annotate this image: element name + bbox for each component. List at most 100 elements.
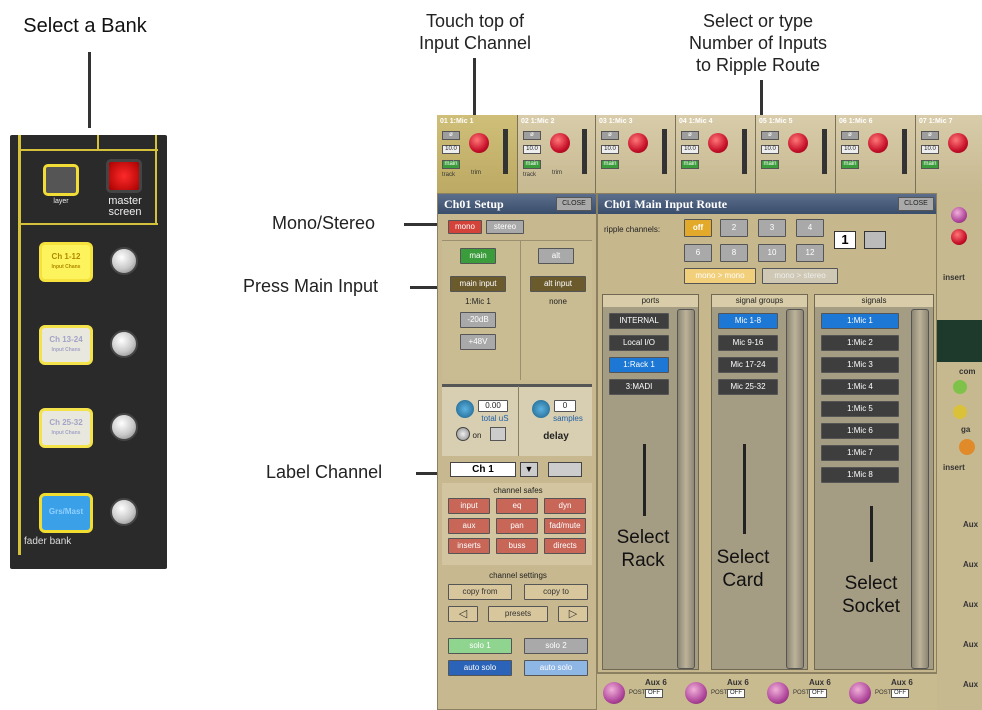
main-button[interactable]: main bbox=[523, 160, 541, 169]
safe-directs-button[interactable]: directs bbox=[544, 538, 586, 554]
phase-button[interactable]: ø bbox=[442, 131, 460, 140]
gain-knob[interactable] bbox=[708, 133, 728, 153]
bank-encoder-knob[interactable] bbox=[110, 247, 138, 275]
main-button[interactable]: main bbox=[681, 160, 699, 169]
aux-send-module[interactable]: Aux 6 POST OFF bbox=[765, 676, 843, 710]
signal-mic2-button[interactable]: 1:Mic 2 bbox=[821, 335, 899, 351]
delay-total-value[interactable]: 0.00 bbox=[478, 400, 508, 412]
ripple-6-button[interactable]: 6 bbox=[684, 244, 712, 262]
gain-value[interactable]: 10.0 bbox=[841, 145, 859, 154]
alt-input-button[interactable]: alt input bbox=[530, 276, 586, 292]
gain-knob[interactable] bbox=[469, 133, 489, 153]
pink-knob[interactable] bbox=[951, 207, 967, 223]
phase-button[interactable]: ø bbox=[921, 131, 939, 140]
gain-knob[interactable] bbox=[868, 133, 888, 153]
keypad-icon[interactable] bbox=[864, 231, 886, 249]
channel-strip[interactable]: 03 1:Mic 3 ø 10.0 main bbox=[596, 115, 676, 195]
red-knob[interactable] bbox=[951, 229, 967, 245]
safe-input-button[interactable]: input bbox=[448, 498, 490, 514]
channel-strip[interactable]: 07 1:Mic 7 ø 10.0 main bbox=[916, 115, 982, 195]
aux-level-knob[interactable] bbox=[849, 682, 871, 704]
ripple-count-field[interactable]: 1 bbox=[834, 231, 856, 249]
mono-button[interactable]: mono bbox=[448, 220, 482, 234]
safe-inserts-button[interactable]: inserts bbox=[448, 538, 490, 554]
ripple-2-button[interactable]: 2 bbox=[720, 219, 748, 237]
ripple-4-button[interactable]: 4 bbox=[796, 219, 824, 237]
port-madi-button[interactable]: 3:MADI bbox=[609, 379, 669, 395]
aux-off-button[interactable]: OFF bbox=[809, 689, 827, 698]
main-button[interactable]: main bbox=[921, 160, 939, 169]
main-input-button[interactable]: main input bbox=[450, 276, 506, 292]
gain-knob[interactable] bbox=[550, 133, 570, 153]
phantom-power-button[interactable]: +48V bbox=[460, 334, 496, 350]
safe-pan-button[interactable]: pan bbox=[496, 518, 538, 534]
ripple-8-button[interactable]: 8 bbox=[720, 244, 748, 262]
gain-value[interactable]: 10.0 bbox=[601, 145, 619, 154]
signal-mic6-button[interactable]: 1:Mic 6 bbox=[821, 423, 899, 439]
signal-mic7-button[interactable]: 1:Mic 7 bbox=[821, 445, 899, 461]
channel-strip[interactable]: 06 1:Mic 6 ø 10.0 main bbox=[836, 115, 916, 195]
mono-to-mono-button[interactable]: mono > mono bbox=[684, 268, 756, 284]
channel-strip[interactable]: 02 1:Mic 2 ø 10.0 main track trim bbox=[518, 115, 596, 195]
bank-button-ch13-24[interactable]: Ch 13-24 Input Chans bbox=[39, 325, 93, 365]
bank-encoder-knob[interactable] bbox=[110, 413, 138, 441]
setup-close-button[interactable]: CLOSE bbox=[556, 197, 592, 211]
strip-name[interactable]: 07 1:Mic 7 bbox=[919, 118, 952, 125]
main-button[interactable]: main bbox=[841, 160, 859, 169]
samples-knob[interactable] bbox=[532, 400, 550, 418]
strip-name[interactable]: 06 1:Mic 6 bbox=[839, 118, 872, 125]
layer-button[interactable] bbox=[43, 164, 79, 196]
aux-level-knob[interactable] bbox=[767, 682, 789, 704]
group-mic-17-24-button[interactable]: Mic 17-24 bbox=[718, 357, 778, 373]
main-select-button[interactable]: main bbox=[460, 248, 496, 264]
alt-select-button[interactable]: alt bbox=[538, 248, 574, 264]
signal-mic8-button[interactable]: 1:Mic 8 bbox=[821, 467, 899, 483]
keyboard-icon[interactable] bbox=[548, 462, 582, 477]
aux-level-knob[interactable] bbox=[603, 682, 625, 704]
phase-button[interactable]: ø bbox=[681, 131, 699, 140]
port-internal-button[interactable]: INTERNAL bbox=[609, 313, 669, 329]
gain-value[interactable]: 10.0 bbox=[523, 145, 541, 154]
gain-knob[interactable] bbox=[628, 133, 648, 153]
gain-value[interactable]: 10.0 bbox=[681, 145, 699, 154]
aux-off-button[interactable]: OFF bbox=[891, 689, 909, 698]
delay-knob[interactable] bbox=[456, 400, 474, 418]
pad-button[interactable]: -20dB bbox=[460, 312, 496, 328]
aux-off-button[interactable]: OFF bbox=[645, 689, 663, 698]
safe-buss-button[interactable]: buss bbox=[496, 538, 538, 554]
keypad-icon[interactable] bbox=[490, 427, 506, 441]
solo1-button[interactable]: solo 1 bbox=[448, 638, 512, 654]
solo2-button[interactable]: solo 2 bbox=[524, 638, 588, 654]
stereo-button[interactable]: stereo bbox=[486, 220, 524, 234]
aux-level-knob[interactable] bbox=[685, 682, 707, 704]
signals-scrollbar[interactable] bbox=[911, 309, 929, 669]
preset-prev-arrow-icon[interactable]: ◁ bbox=[448, 606, 478, 622]
phase-button[interactable]: ø bbox=[761, 131, 779, 140]
gain-value[interactable]: 10.0 bbox=[442, 145, 460, 154]
samples-value[interactable]: 0 bbox=[554, 400, 576, 412]
copy-from-button[interactable]: copy from bbox=[448, 584, 512, 600]
channel-strip[interactable]: 04 1:Mic 4 ø 10.0 main bbox=[676, 115, 756, 195]
strip-name[interactable]: 04 1:Mic 4 bbox=[679, 118, 712, 125]
delay-on-indicator[interactable] bbox=[456, 427, 470, 441]
group-mic-25-32-button[interactable]: Mic 25-32 bbox=[718, 379, 778, 395]
port-rack1-button[interactable]: 1:Rack 1 bbox=[609, 357, 669, 373]
signal-groups-scrollbar[interactable] bbox=[786, 309, 804, 669]
preset-next-arrow-icon[interactable]: ▷ bbox=[558, 606, 588, 622]
gain-knob[interactable] bbox=[788, 133, 808, 153]
ripple-3-button[interactable]: 3 bbox=[758, 219, 786, 237]
signal-mic5-button[interactable]: 1:Mic 5 bbox=[821, 401, 899, 417]
aux-send-module[interactable]: Aux 6 POST OFF bbox=[847, 676, 925, 710]
signal-mic1-button[interactable]: 1:Mic 1 bbox=[821, 313, 899, 329]
phase-button[interactable]: ø bbox=[601, 131, 619, 140]
bank-button-grs-mast[interactable]: Grs/Mast bbox=[39, 493, 93, 533]
ripple-10-button[interactable]: 10 bbox=[758, 244, 786, 262]
auto-solo-2-button[interactable]: auto solo bbox=[524, 660, 588, 676]
master-screen-button[interactable] bbox=[106, 159, 142, 193]
port-local-io-button[interactable]: Local I/O bbox=[609, 335, 669, 351]
phase-button[interactable]: ø bbox=[841, 131, 859, 140]
aux-send-module[interactable]: Aux 6 POST OFF bbox=[683, 676, 761, 710]
copy-to-button[interactable]: copy to bbox=[524, 584, 588, 600]
group-mic-1-8-button[interactable]: Mic 1-8 bbox=[718, 313, 778, 329]
safe-aux-button[interactable]: aux bbox=[448, 518, 490, 534]
